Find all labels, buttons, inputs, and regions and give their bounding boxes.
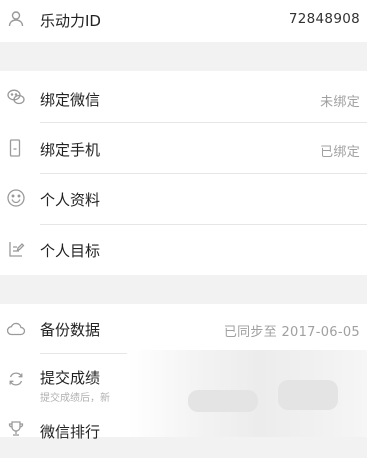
settings-item-profile[interactable]: 个人资料 — [0, 173, 367, 223]
cloud-icon — [6, 319, 26, 339]
settings-item-status: 未绑定 — [320, 95, 360, 110]
account-id-row: 乐动力ID 72848908 — [0, 0, 367, 42]
settings-item-backup[interactable]: 备份数据 已同步至 2017-06-05 — [0, 304, 367, 354]
smile-icon — [6, 188, 26, 208]
sync-status: 已同步至 2017-06-05 — [223, 325, 360, 340]
settings-item-label: 个人目标 — [40, 242, 101, 260]
settings-item-label: 备份数据 — [40, 321, 101, 339]
account-id-value: 72848908 — [288, 11, 360, 27]
edit-icon — [6, 239, 26, 259]
settings-item-phone[interactable]: 绑定手机 已绑定 — [0, 122, 367, 172]
settings-item-label: 个人资料 — [40, 191, 101, 209]
account-id-label: 乐动力ID — [40, 12, 101, 30]
phone-icon — [6, 138, 26, 158]
settings-item-label: 微信排行 — [40, 423, 101, 441]
settings-item-goal[interactable]: 个人目标 — [0, 224, 367, 274]
settings-item-hint: 提交成绩后，新 — [40, 393, 110, 404]
trophy-icon — [6, 419, 26, 439]
user-icon — [6, 9, 26, 29]
settings-item-wechat[interactable]: 绑定微信 未绑定 — [0, 71, 367, 121]
settings-item-label: 绑定微信 — [40, 91, 101, 109]
settings-item-label: 提交成绩 — [40, 369, 101, 387]
settings-item-label: 绑定手机 — [40, 141, 101, 159]
wechat-icon — [6, 87, 26, 107]
settings-item-status: 已绑定 — [320, 145, 360, 160]
refresh-icon — [6, 369, 26, 389]
blurred-shape — [188, 390, 258, 412]
blurred-shape — [278, 380, 338, 410]
settings-group: 绑定微信 未绑定 绑定手机 已绑定 个人资料 个人目标 — [0, 71, 367, 275]
account-group: 乐动力ID 72848908 — [0, 0, 367, 42]
blurred-overlay — [128, 350, 367, 437]
